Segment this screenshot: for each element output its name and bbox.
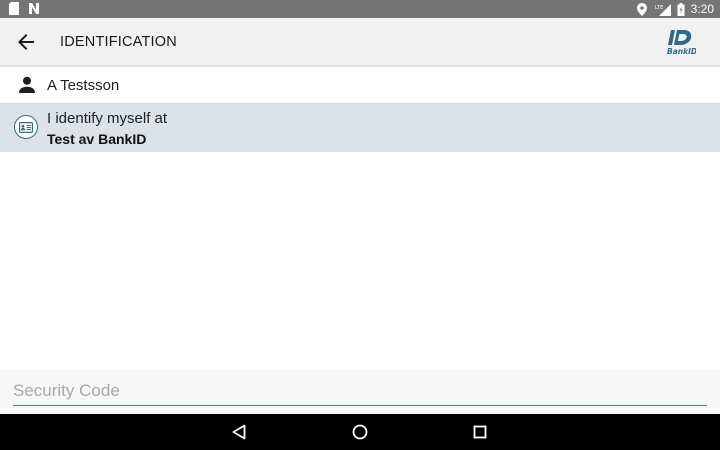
n-notification-icon xyxy=(28,2,40,15)
nav-back-button[interactable] xyxy=(230,423,248,441)
identification-prompt: I identify myself at xyxy=(47,110,168,127)
navigation-bar xyxy=(0,414,720,450)
bankid-logo: BankID xyxy=(662,27,697,59)
recents-square-icon xyxy=(473,425,487,439)
page-title: IDENTIFICATION xyxy=(60,34,177,50)
toolbar: IDENTIFICATION BankID xyxy=(0,18,720,66)
list-item-user: A Testsson xyxy=(0,67,720,104)
back-button[interactable] xyxy=(12,28,40,56)
user-name: A Testsson xyxy=(47,77,120,94)
relying-party-name: Test av BankID xyxy=(47,131,147,147)
bankid-identification-screen: LTE 3:20 IDENTIFICATION BankID A Testsso… xyxy=(0,0,720,450)
location-icon xyxy=(636,2,649,16)
id-card-icon xyxy=(14,115,38,139)
battery-icon xyxy=(677,2,685,16)
person-icon xyxy=(18,76,36,94)
nav-home-button[interactable] xyxy=(351,423,369,441)
bankid-logo-text: BankID xyxy=(667,47,696,56)
arrow-back-icon xyxy=(18,34,34,50)
status-bar: LTE 3:20 xyxy=(0,0,720,18)
security-code-area xyxy=(0,369,720,414)
status-time: 3:20 xyxy=(690,2,714,16)
back-triangle-icon xyxy=(232,424,246,440)
list-item-identification[interactable]: I identify myself at Test av BankID xyxy=(0,104,720,152)
sd-card-icon xyxy=(8,2,20,15)
security-code-input[interactable] xyxy=(13,379,707,406)
home-circle-icon xyxy=(352,424,368,440)
status-bar-left xyxy=(8,2,40,15)
status-bar-right: LTE 3:20 xyxy=(636,1,714,17)
nav-recents-button[interactable] xyxy=(471,423,489,441)
network-label: LTE xyxy=(655,5,663,11)
lte-signal-icon: LTE xyxy=(655,3,671,16)
